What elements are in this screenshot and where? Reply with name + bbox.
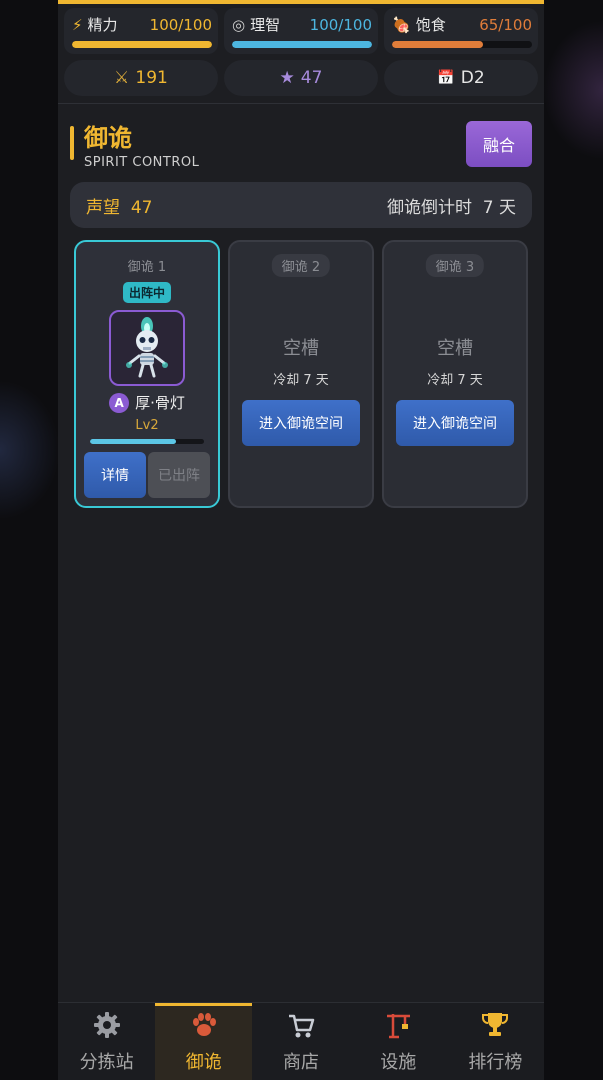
background-glow-left	[0, 380, 60, 520]
spirit-slots: 御诡 1 出阵中 A 厚·骨灯 Lv2 详情 已出阵 御诡 2 空槽 冷却 7 …	[74, 240, 528, 508]
calendar-icon: 📅	[437, 70, 455, 86]
cart-icon	[284, 1008, 318, 1042]
xp-fill	[90, 439, 176, 444]
stat-bars: ⚡ 精力 100/100 ◎ 理智 100/100 🍖 饱食 65/100	[64, 8, 538, 54]
star-icon: ★	[279, 68, 295, 88]
nav-label: 商店	[283, 1052, 319, 1073]
page-subtitle: SPIRIT CONTROL	[84, 155, 200, 170]
nav-label: 分拣站	[79, 1052, 134, 1073]
nav-label: 御诡	[185, 1052, 222, 1073]
nav-label: 排行榜	[468, 1052, 523, 1073]
rank-badge: A	[109, 392, 130, 413]
title-accent-bar	[70, 126, 74, 160]
countdown-info: 御诡倒计时 7 天	[387, 193, 516, 218]
stat-sanity-fill	[232, 41, 372, 48]
countdown-label: 御诡倒计时	[386, 197, 472, 218]
slot-3[interactable]: 御诡 3 空槽 冷却 7 天 进入御诡空间	[382, 240, 528, 508]
chip-day-value: D2	[460, 68, 485, 88]
stat-energy-value: 100/100	[149, 15, 212, 34]
gear-icon	[90, 1008, 124, 1042]
reputation-label: 声望	[86, 197, 120, 218]
chip-day[interactable]: 📅 D2	[384, 60, 538, 96]
countdown-value: 7 天	[482, 197, 516, 218]
stat-satiety: 🍖 饱食 65/100	[384, 8, 538, 54]
spirit-portrait[interactable]	[109, 310, 185, 386]
stat-satiety-fill	[392, 41, 483, 48]
spirit-level: Lv2	[135, 418, 159, 433]
stat-energy-bar	[72, 41, 212, 48]
enter-spirit-space-button[interactable]: 进入御诡空间	[396, 400, 514, 446]
detail-button[interactable]: 详情	[84, 452, 146, 498]
nav-label: 设施	[380, 1052, 417, 1073]
nav-spirit-control[interactable]: 御诡	[155, 1003, 253, 1080]
reputation-info: 声望 47	[86, 193, 152, 218]
stat-energy: ⚡ 精力 100/100	[64, 8, 218, 54]
trophy-icon	[478, 1008, 512, 1042]
cooldown-text: 冷却 7 天	[427, 373, 483, 388]
crane-icon	[381, 1008, 415, 1042]
reputation-bar: 声望 47 御诡倒计时 7 天	[70, 182, 532, 228]
deployed-button[interactable]: 已出阵	[148, 452, 210, 498]
top-accent-line	[58, 0, 544, 4]
stat-satiety-value: 65/100	[479, 15, 532, 34]
slot-1[interactable]: 御诡 1 出阵中 A 厚·骨灯 Lv2 详情 已出阵	[74, 240, 220, 508]
slot-label: 御诡 2	[271, 254, 331, 277]
nav-sorting-station[interactable]: 分拣站	[58, 1003, 155, 1080]
cooldown-text: 冷却 7 天	[273, 373, 329, 388]
nav-facilities[interactable]: 设施	[350, 1003, 447, 1080]
meat-icon: 🍖	[392, 15, 411, 34]
skeleton-lantern-icon	[126, 317, 168, 378]
stat-sanity-bar	[232, 41, 372, 48]
chip-attack-value: 191	[135, 68, 168, 88]
empty-slot-text: 空槽	[437, 338, 473, 359]
empty-slot-text: 空槽	[283, 338, 319, 359]
reputation-value: 47	[130, 197, 153, 218]
header-divider	[58, 103, 544, 104]
resource-chips: ⚔ 191 ★ 47 📅 D2	[64, 60, 538, 96]
background-glow-right	[543, 20, 603, 160]
stat-satiety-name: 饱食	[415, 16, 446, 34]
target-icon: ◎	[232, 15, 246, 34]
nav-shop[interactable]: 商店	[252, 1003, 349, 1080]
stat-energy-name: 精力	[87, 16, 118, 34]
spirit-name: 厚·骨灯	[135, 394, 185, 412]
page-title: 御诡	[84, 124, 132, 152]
stat-sanity-name: 理智	[250, 16, 281, 34]
nav-leaderboard[interactable]: 排行榜	[447, 1003, 544, 1080]
chip-stars[interactable]: ★ 47	[224, 60, 378, 96]
slot-label: 御诡 3	[425, 254, 485, 277]
swords-icon: ⚔	[114, 68, 130, 88]
stat-energy-fill	[72, 41, 212, 48]
section-header: 御诡 SPIRIT CONTROL 融合	[70, 118, 532, 174]
stat-satiety-bar	[392, 41, 532, 48]
stat-sanity-value: 100/100	[309, 15, 372, 34]
slot-2[interactable]: 御诡 2 空槽 冷却 7 天 进入御诡空间	[228, 240, 374, 508]
lightning-icon: ⚡	[72, 15, 83, 34]
app-panel: ⚡ 精力 100/100 ◎ 理智 100/100 🍖 饱食 65/100 ⚔ 191	[58, 0, 544, 1080]
slot-label: 御诡 1	[127, 260, 167, 275]
enter-spirit-space-button[interactable]: 进入御诡空间	[242, 400, 360, 446]
xp-bar	[90, 439, 204, 444]
chip-attack[interactable]: ⚔ 191	[64, 60, 218, 96]
spirit-name-line: A 厚·骨灯	[76, 392, 218, 413]
bottom-nav: 分拣站 御诡 商店 设施 排行榜	[58, 1002, 544, 1080]
chip-stars-value: 47	[300, 68, 323, 88]
stat-sanity: ◎ 理智 100/100	[224, 8, 378, 54]
paw-icon	[187, 1008, 221, 1042]
deployed-badge: 出阵中	[122, 282, 172, 303]
fuse-button[interactable]: 融合	[466, 121, 532, 167]
